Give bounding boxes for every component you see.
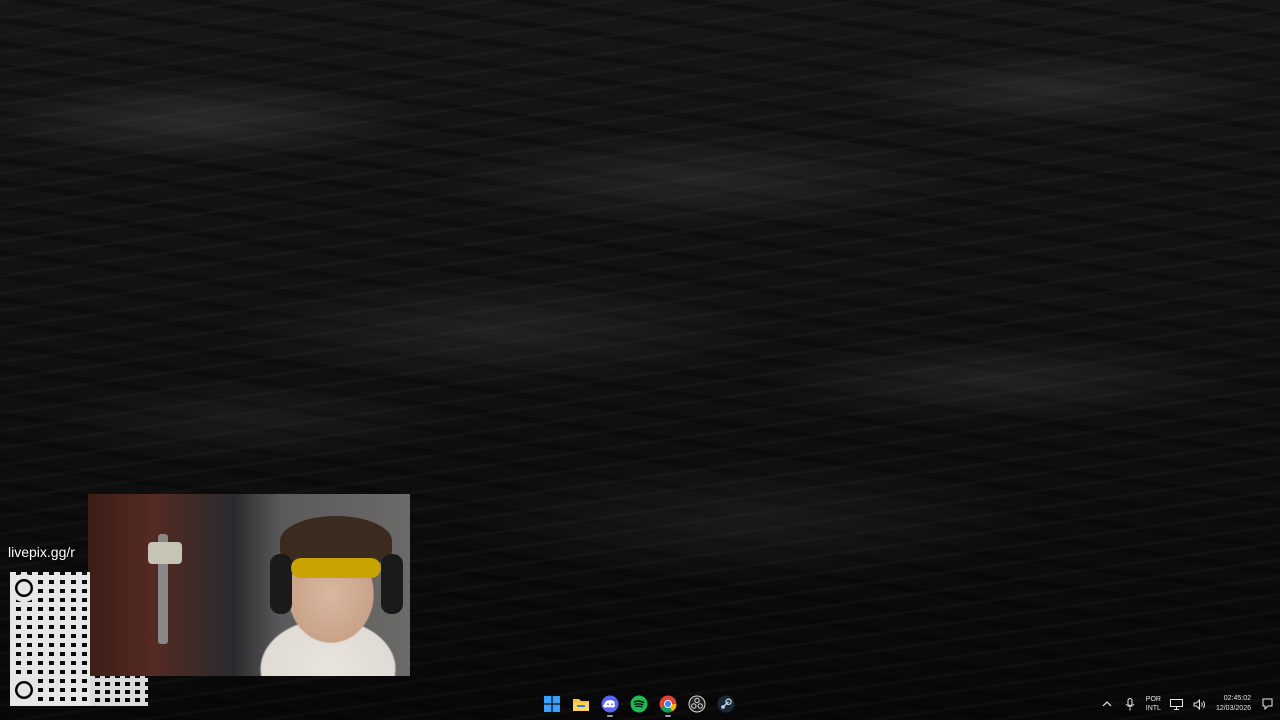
notification-icon: [1262, 698, 1272, 710]
spotify-button[interactable]: [627, 690, 651, 718]
input-language-button[interactable]: POR INTL: [1146, 695, 1161, 713]
qr-finder-top: [10, 574, 38, 602]
steam-button[interactable]: [714, 690, 738, 718]
clock-button[interactable]: 02:45:02 12/03/2026: [1216, 694, 1251, 714]
steam-icon: [717, 695, 735, 713]
folder-icon: [573, 699, 589, 711]
speaker-icon: [1193, 698, 1206, 710]
network-button[interactable]: [1170, 697, 1184, 711]
qr-code: [10, 572, 90, 706]
network-icon: [1170, 698, 1184, 710]
language-code: POR: [1145, 696, 1161, 703]
microphone-icon: [1125, 697, 1135, 710]
running-indicator: [665, 715, 671, 717]
keyboard-layout: INTL: [1145, 705, 1161, 712]
livepix-link-text: livepix.gg/r: [8, 544, 75, 560]
volume-button[interactable]: [1193, 697, 1207, 711]
notifications-button[interactable]: [1260, 697, 1274, 711]
chevron-up-icon: [1102, 701, 1112, 707]
clock-date: 12/03/2026: [1215, 705, 1251, 712]
chrome-icon: [659, 695, 677, 713]
file-explorer-button[interactable]: [569, 690, 593, 718]
windows-logo-icon: [544, 696, 560, 712]
microphone: [148, 542, 182, 564]
show-hidden-icons-button[interactable]: [1100, 697, 1114, 711]
headphone-left: [270, 554, 292, 614]
taskbar: POR INTL 02:45:02 12/03/2026: [0, 688, 1280, 720]
webcam-overlay: [88, 494, 410, 676]
headphone-right: [381, 554, 403, 614]
obs-button[interactable]: [685, 690, 709, 718]
obs-icon: [688, 695, 706, 713]
running-indicator: [607, 715, 613, 717]
chrome-button[interactable]: [656, 690, 680, 718]
discord-icon: [601, 695, 619, 713]
spotify-icon: [630, 695, 648, 713]
sunglasses: [291, 558, 381, 578]
clock-time: 02:45:02: [1223, 695, 1251, 702]
system-tray: POR INTL 02:45:02 12/03/2026: [1100, 688, 1274, 720]
start-button[interactable]: [540, 690, 564, 718]
desktop-wallpaper: livepix.gg/r POR INTL 02:45:02 12/03/202…: [0, 0, 1280, 720]
microphone-tray-button[interactable]: [1123, 697, 1137, 711]
taskbar-pinned-apps: [540, 688, 738, 720]
discord-button[interactable]: [598, 690, 622, 718]
